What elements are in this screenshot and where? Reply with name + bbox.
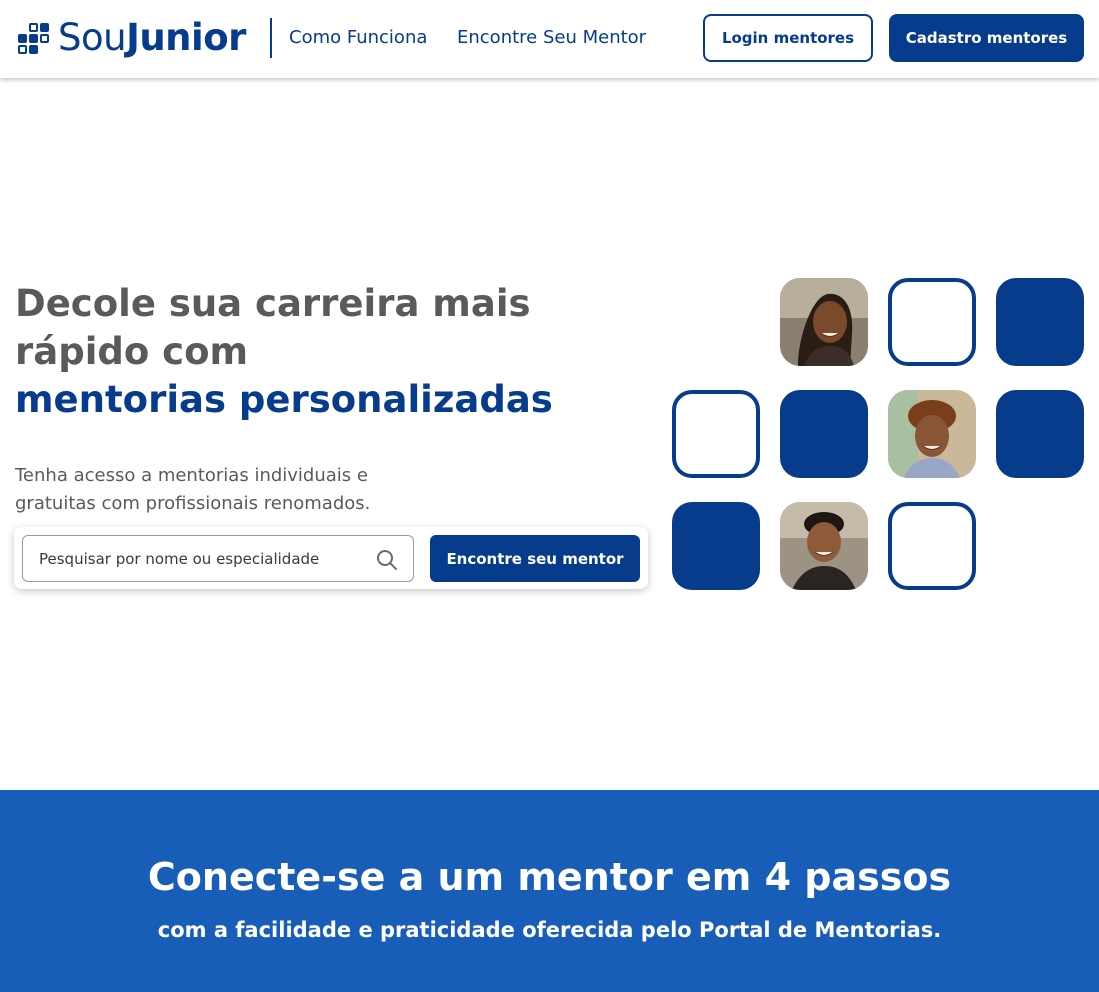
- search-input[interactable]: [23, 536, 363, 581]
- hero-subtitle: Tenha acesso a mentorias individuais e g…: [15, 465, 371, 514]
- solid-tile: [780, 390, 868, 478]
- mentor-photo-2: [888, 390, 976, 478]
- search-card: Encontre seu mentor: [14, 527, 648, 589]
- brand-logo[interactable]: SouJunior: [18, 18, 246, 58]
- outline-tile: [888, 502, 976, 590]
- solid-tile: [672, 502, 760, 590]
- search-field: [22, 535, 414, 582]
- search-icon[interactable]: [375, 548, 399, 572]
- hero-title-line: Decole sua carreira mais rápido com: [15, 282, 531, 373]
- nav-link-como-funciona[interactable]: Como Funciona: [289, 27, 427, 48]
- outline-tile: [672, 390, 760, 478]
- solid-tile: [996, 390, 1084, 478]
- nav-link-encontre-mentor[interactable]: Encontre Seu Mentor: [457, 27, 646, 48]
- steps-section-title: Conecte-se a um mentor em 4 passos: [147, 855, 952, 899]
- site-header: SouJunior Como Funciona Encontre Seu Men…: [0, 0, 1099, 78]
- steps-section-subtitle: com a facilidade e praticidade oferecida…: [157, 918, 942, 942]
- brand-name: SouJunior: [58, 18, 246, 58]
- header-divider: [270, 18, 272, 58]
- cadastro-mentores-button[interactable]: Cadastro mentores: [889, 14, 1084, 62]
- brand-name-bold: Junior: [126, 16, 246, 59]
- login-mentores-button[interactable]: Login mentores: [703, 14, 873, 62]
- brand-name-light: Sou: [58, 16, 127, 59]
- mentor-photo-1: [780, 278, 868, 366]
- logo-icon: [18, 21, 50, 55]
- solid-tile: [996, 278, 1084, 366]
- hero-title: Decole sua carreira mais rápido com ment…: [15, 280, 655, 424]
- hero-title-accent: mentorias personalizadas: [15, 378, 553, 421]
- mentor-photo-3: [780, 502, 868, 590]
- find-mentor-button[interactable]: Encontre seu mentor: [430, 535, 640, 582]
- outline-tile: [888, 278, 976, 366]
